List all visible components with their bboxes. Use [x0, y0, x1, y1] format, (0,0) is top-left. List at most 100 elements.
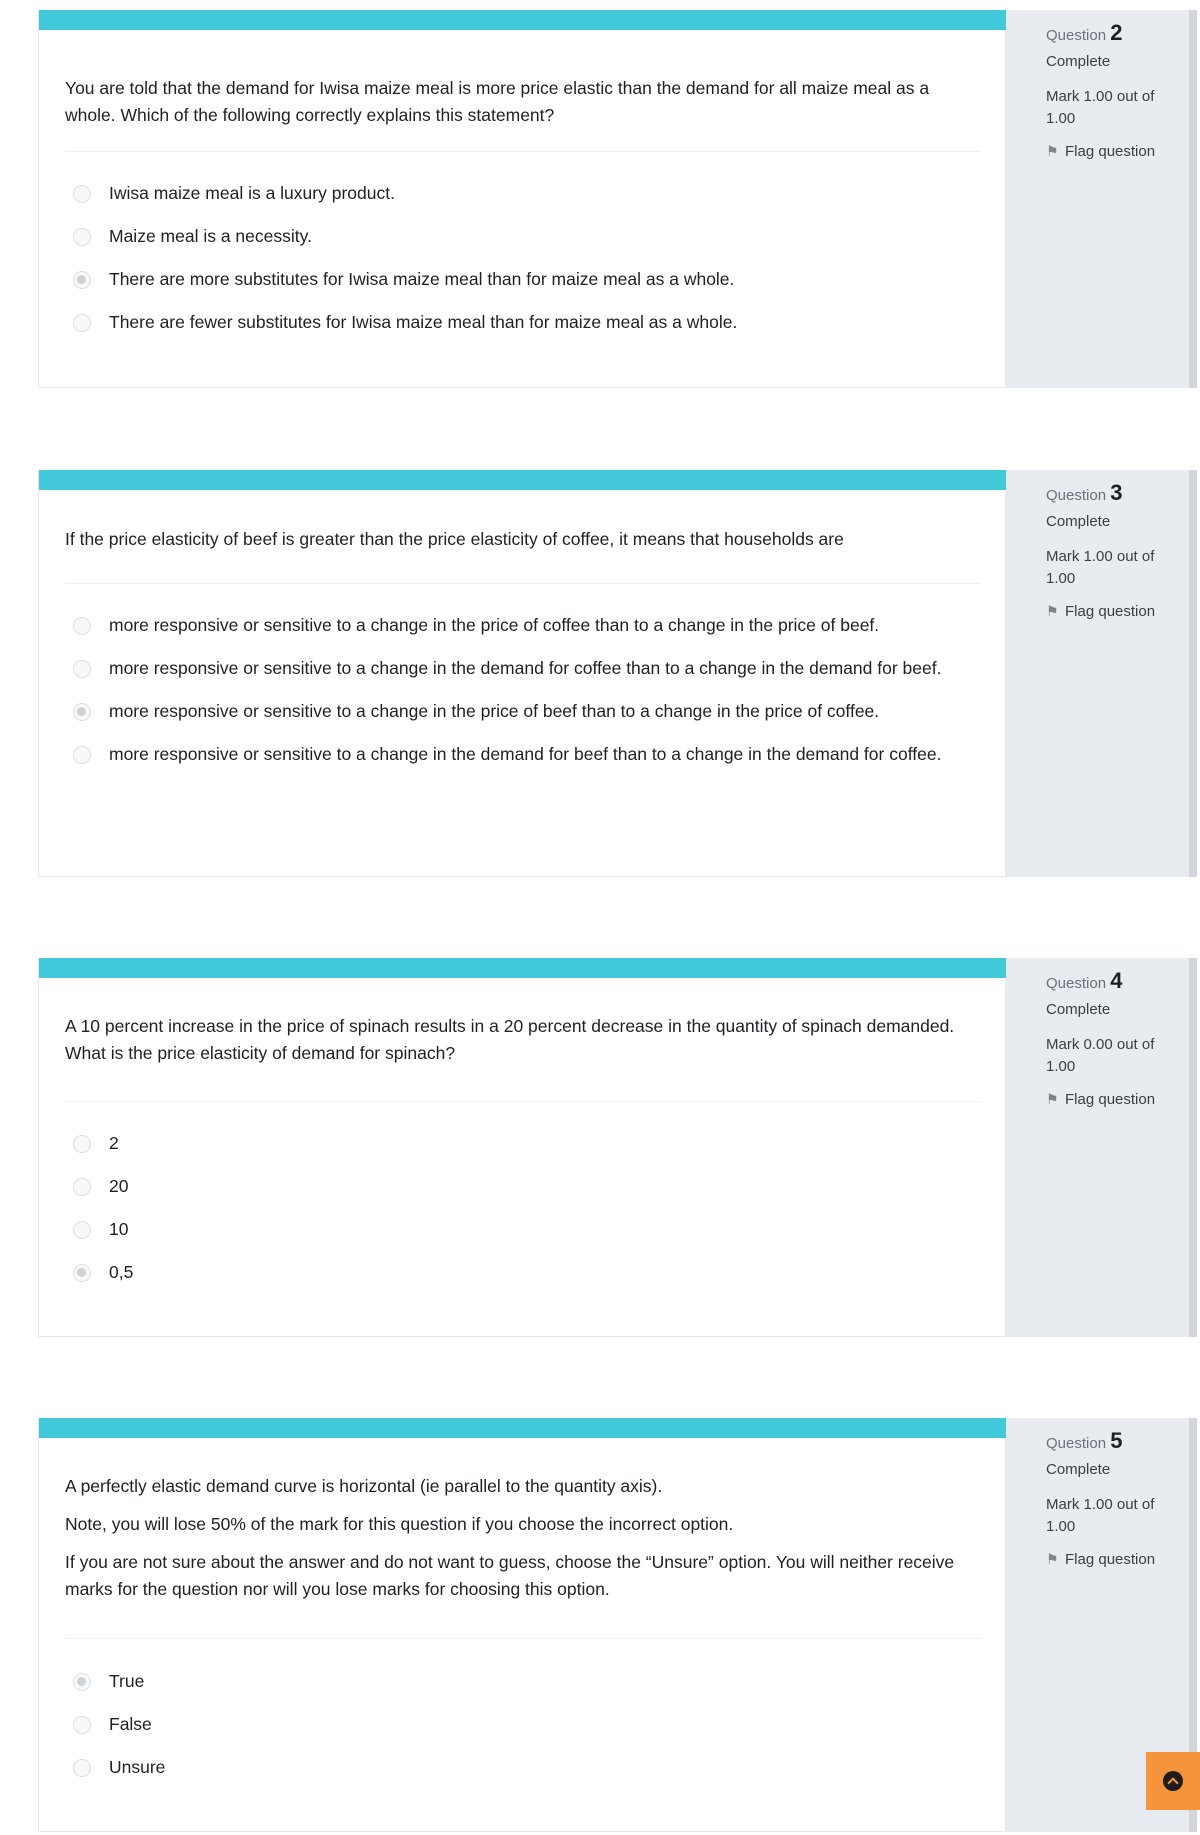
question-grade: Mark 0.00 out of 1.00 — [1046, 1036, 1155, 1075]
flag-icon: ⚑ — [1046, 143, 1059, 159]
question-grade: Mark 1.00 out of 1.00 — [1046, 1496, 1155, 1535]
flag-question-label: Flag question — [1065, 1551, 1156, 1568]
question-number-value: 5 — [1110, 1428, 1123, 1453]
question-state: Complete — [1046, 1461, 1111, 1478]
question-number: Question 2 — [1046, 20, 1122, 46]
info-panel-edge — [1189, 470, 1197, 877]
question-number: Question 5 — [1046, 1428, 1122, 1454]
info-panel-edge — [1189, 10, 1197, 388]
flag-question-link[interactable]: ⚑ Flag question — [1046, 143, 1155, 160]
question-number-value: 4 — [1110, 968, 1123, 993]
answer-option[interactable]: False — [73, 1711, 973, 1738]
question-content: You are told that the demand for Iwisa m… — [38, 10, 1007, 388]
answer-label: There are fewer substitutes for Iwisa ma… — [109, 312, 738, 332]
question-text-paragraph: A 10 percent increase in the price of sp… — [65, 1016, 955, 1063]
question-card: A 10 percent increase in the price of sp… — [38, 958, 1197, 1337]
question-content: A 10 percent increase in the price of sp… — [38, 958, 1007, 1337]
radio-button-selected[interactable] — [73, 271, 91, 289]
question-state: Complete — [1046, 1001, 1111, 1018]
back-to-top-button[interactable] — [1146, 1752, 1200, 1810]
question-card: You are told that the demand for Iwisa m… — [38, 10, 1197, 388]
answer-option[interactable]: 2 — [73, 1130, 973, 1157]
radio-button[interactable] — [73, 1759, 91, 1777]
radio-button[interactable] — [73, 228, 91, 246]
question-card: A perfectly elastic demand curve is hori… — [38, 1418, 1197, 1832]
question-number-label: Question — [1046, 487, 1107, 504]
question-info-panel: Question 3 Complete Mark 1.00 out of 1.0… — [1006, 470, 1189, 877]
answer-option[interactable]: more responsive or sensitive to a change… — [73, 741, 973, 768]
answer-label: Iwisa maize meal is a luxury product. — [109, 183, 395, 203]
radio-button-selected[interactable] — [73, 1264, 91, 1282]
answer-option[interactable]: Iwisa maize meal is a luxury product. — [73, 180, 973, 207]
answer-label: more responsive or sensitive to a change… — [109, 658, 942, 678]
answer-option[interactable]: There are more substitutes for Iwisa mai… — [73, 266, 973, 293]
question-accent-bar — [39, 10, 1007, 30]
divider — [65, 1638, 980, 1639]
chevron-up-circle-icon — [1163, 1771, 1183, 1791]
radio-button[interactable] — [73, 660, 91, 678]
question-text: A perfectly elastic demand curve is hori… — [65, 1473, 965, 1614]
answer-label: There are more substitutes for Iwisa mai… — [109, 269, 735, 289]
question-grade: Mark 1.00 out of 1.00 — [1046, 88, 1155, 127]
divider — [65, 583, 980, 584]
question-content: A perfectly elastic demand curve is hori… — [38, 1418, 1007, 1832]
question-number-label: Question — [1046, 975, 1107, 992]
question-number-value: 2 — [1110, 20, 1123, 45]
answer-option[interactable]: True — [73, 1668, 973, 1695]
question-card: If the price elasticity of beef is great… — [38, 470, 1197, 877]
answer-option[interactable]: 10 — [73, 1216, 973, 1243]
question-number-label: Question — [1046, 1435, 1107, 1452]
radio-button-selected[interactable] — [73, 703, 91, 721]
answer-option[interactable]: Maize meal is a necessity. — [73, 223, 973, 250]
answer-label: False — [109, 1714, 152, 1734]
answer-options: True False Unsure — [73, 1668, 973, 1797]
radio-button-selected[interactable] — [73, 1673, 91, 1691]
answer-label: more responsive or sensitive to a change… — [109, 615, 880, 635]
question-number-value: 3 — [1110, 480, 1123, 505]
radio-button[interactable] — [73, 617, 91, 635]
answer-label: 2 — [109, 1133, 119, 1153]
answer-option[interactable]: more responsive or sensitive to a change… — [73, 655, 973, 682]
question-text-paragraph: Note, you will lose 50% of the mark for … — [65, 1514, 734, 1534]
flag-question-link[interactable]: ⚑ Flag question — [1046, 1551, 1155, 1568]
answer-options: 2 20 10 0,5 — [73, 1130, 973, 1302]
question-text: If the price elasticity of beef is great… — [65, 526, 965, 564]
radio-button[interactable] — [73, 1135, 91, 1153]
flag-icon: ⚑ — [1046, 603, 1059, 619]
question-accent-bar — [39, 470, 1007, 490]
answer-label: Unsure — [109, 1757, 166, 1777]
answer-option[interactable]: 0,5 — [73, 1259, 973, 1286]
answer-options: Iwisa maize meal is a luxury product. Ma… — [73, 180, 973, 352]
answer-label: more responsive or sensitive to a change… — [109, 701, 880, 721]
radio-button[interactable] — [73, 1178, 91, 1196]
radio-button[interactable] — [73, 746, 91, 764]
radio-button[interactable] — [73, 314, 91, 332]
flag-icon: ⚑ — [1046, 1091, 1059, 1107]
flag-icon: ⚑ — [1046, 1551, 1059, 1567]
answer-option[interactable]: Unsure — [73, 1754, 973, 1781]
answer-label: 10 — [109, 1219, 129, 1239]
answer-options: more responsive or sensitive to a change… — [73, 612, 973, 784]
flag-question-label: Flag question — [1065, 1091, 1156, 1108]
radio-button[interactable] — [73, 1716, 91, 1734]
flag-question-label: Flag question — [1065, 603, 1156, 620]
radio-button[interactable] — [73, 1221, 91, 1239]
flag-question-link[interactable]: ⚑ Flag question — [1046, 1091, 1155, 1108]
question-text-paragraph: If you are not sure about the answer and… — [65, 1552, 955, 1599]
question-content: If the price elasticity of beef is great… — [38, 470, 1007, 877]
answer-option[interactable]: There are fewer substitutes for Iwisa ma… — [73, 309, 973, 336]
question-text: A 10 percent increase in the price of sp… — [65, 1013, 965, 1078]
answer-option[interactable]: 20 — [73, 1173, 973, 1200]
flag-question-label: Flag question — [1065, 143, 1156, 160]
divider — [65, 1101, 980, 1102]
answer-option[interactable]: more responsive or sensitive to a change… — [73, 612, 973, 639]
question-accent-bar — [39, 958, 1007, 978]
answer-label: 20 — [109, 1176, 129, 1196]
question-text-paragraph: If the price elasticity of beef is great… — [65, 529, 844, 549]
flag-question-link[interactable]: ⚑ Flag question — [1046, 603, 1155, 620]
radio-button[interactable] — [73, 185, 91, 203]
question-text-paragraph: You are told that the demand for Iwisa m… — [65, 78, 930, 125]
divider — [65, 151, 980, 152]
answer-option[interactable]: more responsive or sensitive to a change… — [73, 698, 973, 725]
question-state: Complete — [1046, 53, 1111, 70]
